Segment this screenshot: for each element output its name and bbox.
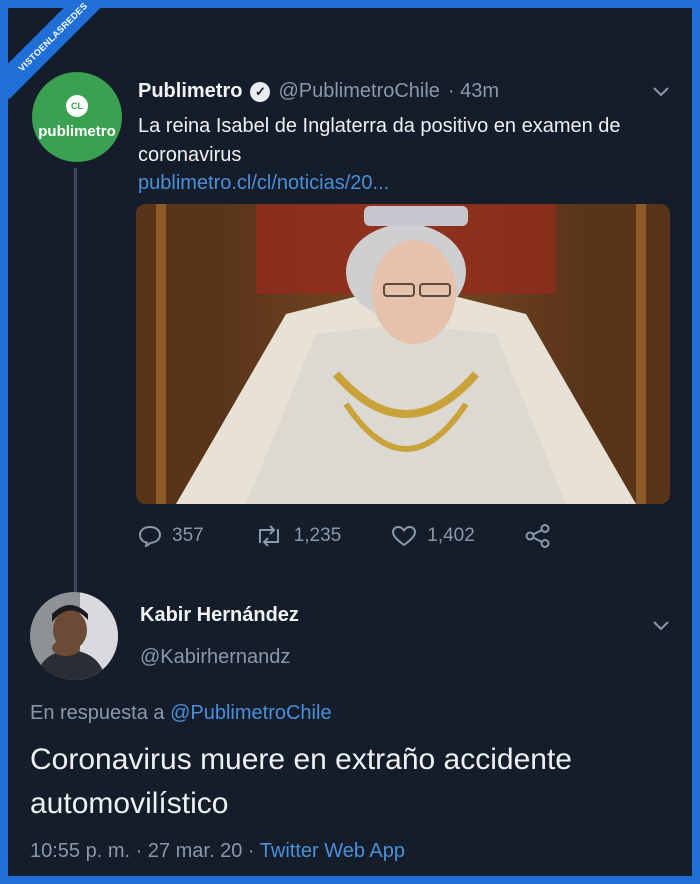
like-icon [392,525,417,547]
reply-text: Coronavirus muere en extraño accidente a… [30,743,572,820]
retweet-button[interactable]: 1,235 [254,525,342,547]
publimetro-avatar[interactable]: CL publimetro [32,72,122,162]
client-app-link[interactable]: Twitter Web App [260,840,405,862]
queen-photo-image [136,204,670,504]
reply-button[interactable]: 357 [138,525,204,547]
tweet-actions: 357 1,235 1,402 [138,524,601,548]
article-link[interactable]: publimetro.cl/cl/noticias/20... [138,172,389,195]
reply-mention-link[interactable]: @PublimetroChile [170,702,331,724]
verified-icon: ✓ [250,81,271,102]
reply-author-handle[interactable]: @Kabirhernandz [140,646,290,669]
kabir-avatar[interactable] [30,592,118,680]
tweet-photo[interactable] [136,204,670,504]
original-tweet[interactable]: CL publimetro Publimetro ✓ @PublimetroCh… [8,8,692,598]
screenshot-frame: CL publimetro Publimetro ✓ @PublimetroCh… [8,8,692,876]
chevron-down-icon[interactable] [652,82,670,103]
reply-author-name[interactable]: Kabir Hernández [140,604,299,627]
author-handle[interactable]: @PublimetroChile [278,80,439,103]
tweet-time[interactable]: · 43m [448,80,499,103]
like-button[interactable]: 1,402 [391,525,475,547]
reply-count: 357 [172,525,204,546]
chevron-down-icon[interactable] [652,616,670,637]
avatar-brand-text: publimetro [38,122,116,140]
author-name[interactable]: Publimetro [138,80,242,103]
retweet-icon [258,525,279,547]
tweet-text: La reina Isabel de Inglaterra da positiv… [138,115,621,166]
thread-connector-line [74,168,77,598]
reply-tweet[interactable]: Kabir Hernández @Kabirhernandz En respue… [8,578,692,876]
location-pin-icon: CL [66,94,88,117]
reply-context: En respuesta a @PublimetroChile [30,702,332,725]
timestamp[interactable]: 10:55 p. m. · 27 mar. 20 · [30,840,255,862]
tweet-metadata: 10:55 p. m. · 27 mar. 20 · Twitter Web A… [30,840,405,863]
retweet-count: 1,235 [293,525,342,546]
share-button[interactable] [525,524,551,548]
share-icon [525,524,550,548]
reply-icon [138,525,162,547]
like-count: 1,402 [427,525,475,546]
tweet-header: Publimetro ✓ @PublimetroChile · 43m [138,80,499,103]
reply-context-label: En respuesta a [30,702,165,724]
avatar-photo [30,592,118,680]
